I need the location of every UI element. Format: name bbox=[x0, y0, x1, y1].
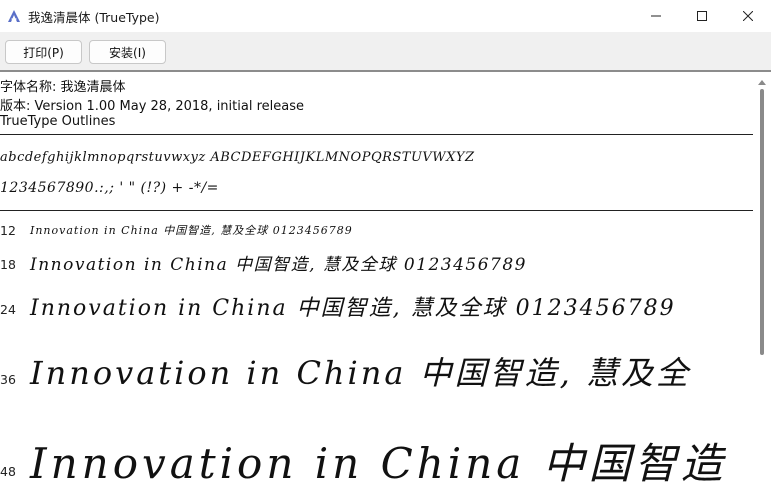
sample-row-18: 18 Innovation in China 中国智造, 慧及全球 012345… bbox=[0, 248, 753, 276]
separator-top bbox=[0, 134, 753, 135]
charset-digits-symbols: 1234567890.:,; ' " (!?) + -*/= bbox=[0, 180, 219, 196]
size-label: 36 bbox=[0, 372, 16, 387]
charset-letters: abcdefghijklmnopqrstuvwxyz ABCDEFGHIJKLM… bbox=[0, 150, 475, 165]
scroll-thumb[interactable] bbox=[760, 89, 764, 355]
window-title: 我逸清晨体 (TrueType) bbox=[28, 9, 160, 25]
maximize-button[interactable] bbox=[679, 0, 725, 32]
sample-text: Innovation in China 中国智造, 慧及全球 012345678… bbox=[30, 224, 353, 237]
sample-row-36: 36 Innovation in China 中国智造, 慧及全 bbox=[0, 342, 753, 392]
window-controls bbox=[633, 0, 771, 32]
close-icon bbox=[743, 11, 753, 21]
toolbar: 打印(P) 安装(I) bbox=[0, 32, 771, 72]
title-bar: 我逸清晨体 (TrueType) bbox=[0, 0, 771, 32]
sample-text: Innovation in China 中国智造, 慧及全球 012345678… bbox=[30, 296, 676, 321]
font-version-line: 版本: Version 1.00 May 28, 2018, initial r… bbox=[0, 99, 304, 114]
size-label: 24 bbox=[0, 302, 16, 317]
font-outline-line: TrueType Outlines bbox=[0, 114, 116, 129]
close-button[interactable] bbox=[725, 0, 771, 32]
sample-row-24: 24 Innovation in China 中国智造, 慧及全球 012345… bbox=[0, 286, 753, 322]
sample-row-12: 12 Innovation in China 中国智造, 慧及全球 012345… bbox=[0, 220, 753, 240]
font-name-line: 字体名称: 我逸清晨体 bbox=[0, 80, 126, 95]
sample-text: Innovation in China 中国智造 bbox=[30, 439, 727, 488]
size-label: 18 bbox=[0, 257, 16, 272]
vertical-scrollbar[interactable] bbox=[753, 74, 771, 491]
scroll-up-arrow-icon[interactable] bbox=[758, 80, 766, 85]
size-label: 12 bbox=[0, 223, 16, 238]
print-button[interactable]: 打印(P) bbox=[5, 40, 82, 64]
font-viewer-icon bbox=[6, 8, 22, 24]
font-preview-area: 字体名称: 我逸清晨体 版本: Version 1.00 May 28, 201… bbox=[0, 74, 753, 491]
sample-text: Innovation in China 中国智造, 慧及全球 012345678… bbox=[30, 255, 527, 275]
separator-bottom bbox=[0, 210, 753, 211]
minimize-icon bbox=[651, 15, 661, 17]
maximize-icon bbox=[697, 11, 707, 21]
size-label: 48 bbox=[0, 464, 16, 479]
sample-row-48: 48 Innovation in China 中国智造 bbox=[0, 424, 753, 488]
sample-text: Innovation in China 中国智造, 慧及全 bbox=[30, 354, 691, 392]
minimize-button[interactable] bbox=[633, 0, 679, 32]
install-button[interactable]: 安装(I) bbox=[89, 40, 166, 64]
